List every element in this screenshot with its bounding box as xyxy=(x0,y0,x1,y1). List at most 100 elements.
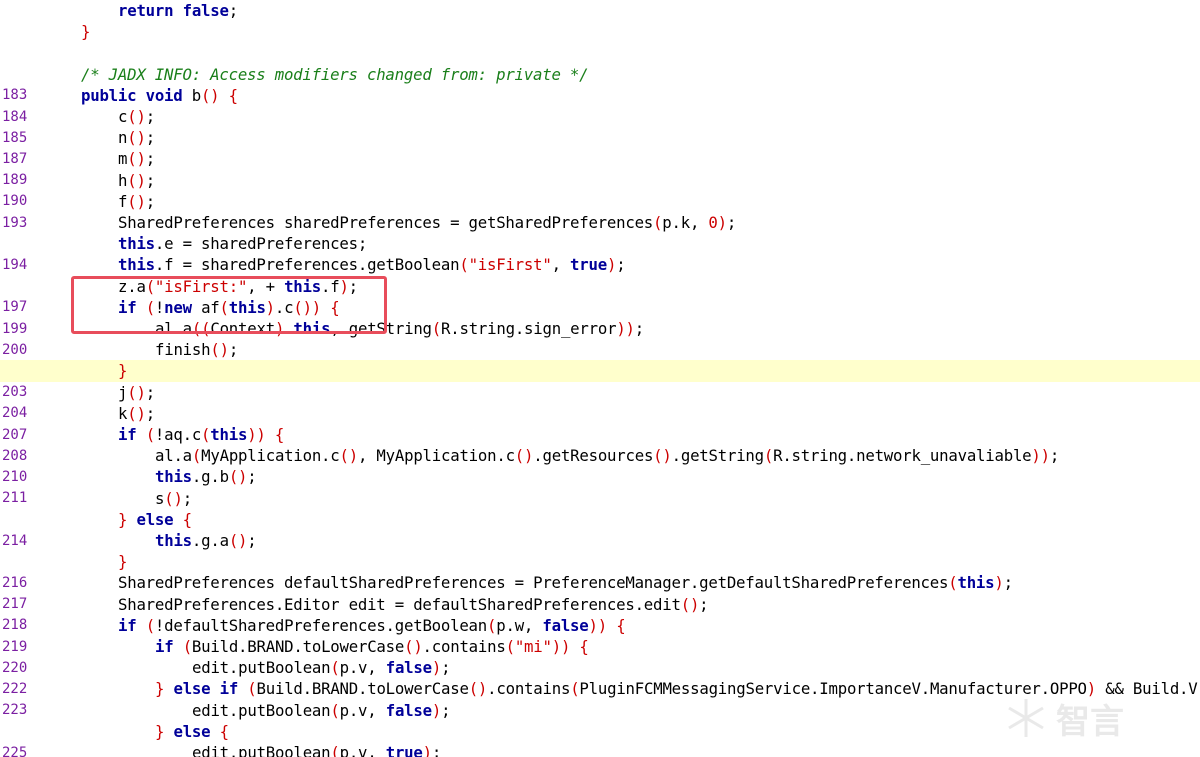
line-number: 183 xyxy=(2,87,28,104)
code-token: ; xyxy=(145,128,155,148)
code-line: 211 s(); xyxy=(0,488,1200,509)
code-token: { xyxy=(274,425,285,445)
code-token: () xyxy=(127,107,146,127)
code-token: R.string.sign_error xyxy=(441,319,617,339)
line-number: 200 xyxy=(2,341,28,358)
code-token: b xyxy=(182,85,201,105)
code-token: else xyxy=(173,679,211,699)
code-token: ( xyxy=(330,658,340,678)
code-token: ; xyxy=(247,467,257,487)
code-token: () xyxy=(514,446,534,466)
code-line: 225 edit.putBoolean(p.v, true); xyxy=(0,742,1200,757)
code-token: , xyxy=(551,255,571,275)
code-line: 217 SharedPreferences.Editor edit = defau… xyxy=(0,594,1200,615)
code-token: edit.putBoolean xyxy=(192,700,331,720)
line-number: 199 xyxy=(2,320,28,337)
code-token: p.w, xyxy=(496,615,543,635)
code-editor[interactable]: return false;} /* JADX INFO: Access modif… xyxy=(0,0,1200,757)
code-token: al.a xyxy=(155,446,192,466)
code-token: edit.putBoolean xyxy=(192,743,331,757)
code-token: ; xyxy=(1049,446,1060,466)
code-text: } xyxy=(118,361,127,380)
code-token: SharedPreferences.Editor edit = defaultS… xyxy=(118,594,681,614)
code-token: public xyxy=(81,85,137,105)
code-text: /* JADX INFO: Access modifiers changed f… xyxy=(81,65,589,84)
line-number: 216 xyxy=(2,574,28,591)
code-line: 208 al.a(MyApplication.c(), MyApplication… xyxy=(0,445,1200,466)
code-token: () xyxy=(127,128,146,148)
annotation-highlight-box xyxy=(71,276,387,334)
code-token: n xyxy=(118,128,128,148)
code-token: } xyxy=(118,552,128,572)
code-text: if (!aq.c(this)) { xyxy=(118,425,284,444)
code-text: this.f = sharedPreferences.getBoolean("i… xyxy=(118,255,626,275)
code-token: if xyxy=(155,637,174,657)
code-line: 219 if (Build.BRAND.toLowerCase().contain… xyxy=(0,636,1200,657)
code-token: .getResources xyxy=(533,446,654,466)
code-token: .g.b xyxy=(191,467,229,487)
code-token: !defaultSharedPreferences.getBoolean xyxy=(154,615,488,635)
code-token: () xyxy=(127,403,146,423)
code-token: ( xyxy=(459,255,469,275)
code-line: 216 SharedPreferences defaultSharedPrefer… xyxy=(0,572,1200,593)
code-token: false xyxy=(542,615,589,635)
code-token: () xyxy=(210,340,229,360)
code-token: SharedPreferences sharedPreferences = ge… xyxy=(118,213,654,233)
code-token: () xyxy=(228,467,248,487)
code-text: SharedPreferences.Editor edit = defaultS… xyxy=(118,594,709,614)
code-token: h xyxy=(118,170,128,190)
code-token: () xyxy=(164,488,183,508)
code-text: c(); xyxy=(118,107,155,126)
code-token: )) xyxy=(588,615,608,635)
code-text: if (!defaultSharedPreferences.getBoolean… xyxy=(118,615,626,635)
code-token: R.string.network_unavaliable xyxy=(773,446,1032,466)
code-token: ( xyxy=(431,319,442,339)
code-text: public void b() { xyxy=(81,86,238,105)
code-token: p.v, xyxy=(339,743,386,757)
code-token: c xyxy=(118,107,128,127)
code-token: ) xyxy=(606,255,617,275)
code-token: ; xyxy=(145,191,155,211)
code-line: 207 if (!aq.c(this)) { xyxy=(0,424,1200,445)
code-token: () xyxy=(468,679,488,699)
code-token: ) xyxy=(431,700,442,720)
line-number: 189 xyxy=(2,172,28,189)
code-text: } xyxy=(81,22,90,41)
code-token: () xyxy=(127,382,146,402)
code-token: ) xyxy=(431,658,442,678)
code-line: 183 public void b() { xyxy=(0,85,1200,106)
line-number: 208 xyxy=(2,447,28,464)
code-token: ; xyxy=(699,594,709,614)
code-token: )) xyxy=(247,425,266,445)
code-token: { xyxy=(228,85,238,105)
line-number: 197 xyxy=(2,299,28,316)
code-token: ; xyxy=(441,700,451,720)
code-token: , MyApplication.c xyxy=(357,446,515,466)
code-token: if xyxy=(118,615,137,635)
line-number: 211 xyxy=(2,490,28,507)
code-token: false xyxy=(385,700,432,720)
code-text: this.e = sharedPreferences; xyxy=(118,234,367,253)
code-text: edit.putBoolean(p.v, true); xyxy=(192,743,441,757)
code-token: () xyxy=(127,191,146,211)
code-token: return xyxy=(118,1,174,21)
code-token: 0 xyxy=(708,213,718,233)
code-token: k xyxy=(118,403,128,423)
line-number: 210 xyxy=(2,468,28,485)
code-token: () xyxy=(228,531,248,551)
code-line: 220 edit.putBoolean(p.v, false); xyxy=(0,657,1200,678)
line-number: 223 xyxy=(2,702,28,719)
code-token: { xyxy=(616,615,626,635)
code-token: () xyxy=(339,446,359,466)
line-number: 203 xyxy=(2,384,28,401)
line-number: 217 xyxy=(2,596,28,613)
code-token: Build.BRAND.toLowerCase xyxy=(191,637,405,657)
code-token: ; xyxy=(145,170,155,190)
